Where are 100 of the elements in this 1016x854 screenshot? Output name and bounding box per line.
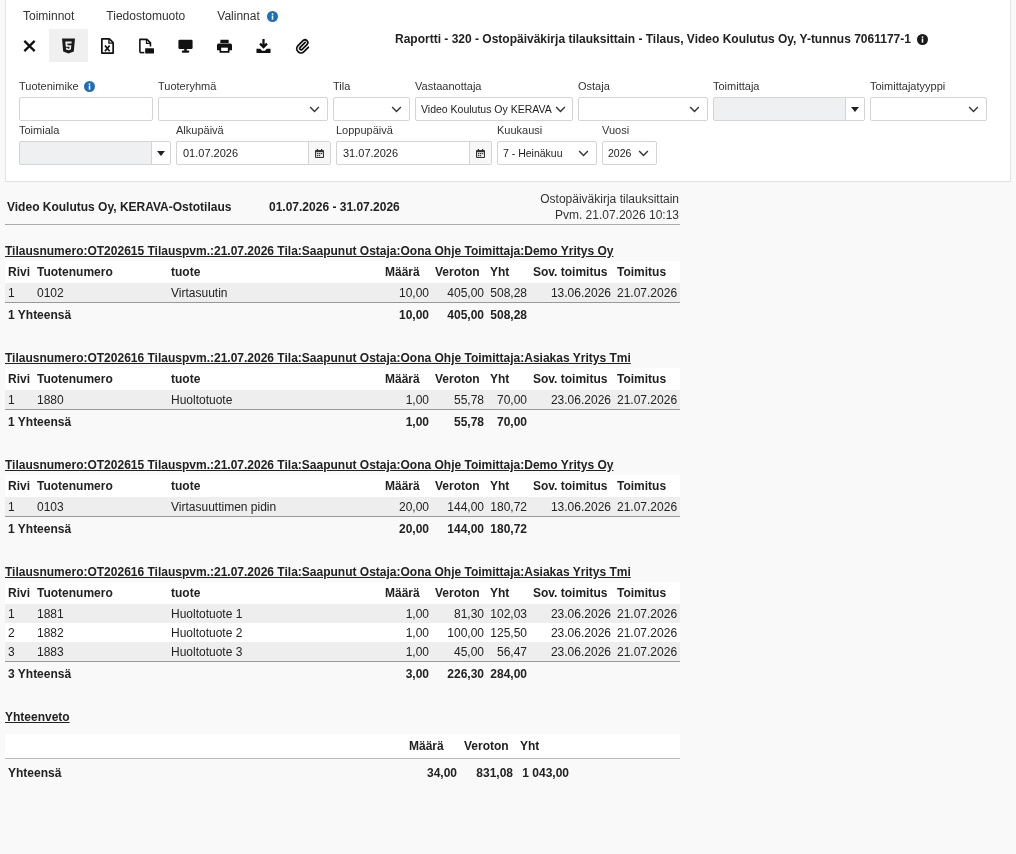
total-value: 405,00 xyxy=(446,308,485,322)
total-value: 70,00 xyxy=(495,415,528,429)
table-cell-text: 1,00 xyxy=(404,392,430,407)
select-field[interactable]: 7 - Heinäkuu xyxy=(497,141,597,165)
menu-item[interactable]: Toiminnot xyxy=(23,9,75,23)
column-header: Veroton xyxy=(434,265,481,279)
info-icon[interactable] xyxy=(916,33,928,45)
total-value: 3,00 xyxy=(404,667,430,681)
column-header: tuote xyxy=(170,265,202,279)
select-field[interactable] xyxy=(870,97,987,121)
column-header: tuote xyxy=(170,479,202,493)
column-header: Toimitus xyxy=(616,586,668,600)
field-label: Kuukausi xyxy=(497,124,543,136)
select-field[interactable] xyxy=(333,97,410,121)
table-cell-text: 23.06.2026 xyxy=(549,625,612,640)
column-header: Veroton xyxy=(434,479,481,493)
field-label: Toimittaja xyxy=(713,80,760,92)
select-field[interactable] xyxy=(578,97,708,121)
column-header: Veroton xyxy=(463,739,510,753)
field-label: Vastaanottaja xyxy=(415,80,482,92)
total-value: 1 043,00 xyxy=(521,766,570,780)
order-heading: Tilausnumero:OT202615 Tilauspvm.:21.07.2026 Tila:Saapunut Ostaja:Oona Ohje Toimittaja:Demo Yritys Oy xyxy=(5,244,614,258)
html5-icon xyxy=(61,37,76,54)
select-field[interactable]: 2026 xyxy=(602,141,657,165)
menu-item[interactable]: Tiedostomuoto xyxy=(106,9,186,23)
total-label: 3 Yhteensä xyxy=(7,667,73,681)
column-header: Yht xyxy=(489,586,511,600)
table-cell-text: 56,47 xyxy=(495,644,528,659)
report-name: Ostopäiväkirja tilauksittain xyxy=(540,191,679,207)
table-cell-text: Virtasuuttimen pidin xyxy=(170,499,278,514)
calendar-button[interactable] xyxy=(469,142,491,164)
document-icon xyxy=(139,37,154,54)
select-field[interactable] xyxy=(158,97,328,121)
field-label: Toimittajatyyppi xyxy=(870,80,946,92)
printer-icon xyxy=(217,37,232,54)
table-cell-text: 13.06.2026 xyxy=(549,499,612,514)
total-value: 284,00 xyxy=(489,667,528,681)
total-value: 10,00 xyxy=(397,308,430,322)
total-value: 831,08 xyxy=(475,766,514,780)
order-heading: Tilausnumero:OT202616 Tilauspvm.:21.07.2026 Tila:Saapunut Ostaja:Oona Ohje Toimittaja:Asiakas Yritys Tmi xyxy=(5,351,631,365)
column-header: Yht xyxy=(519,739,541,753)
table-cell-text: 81,30 xyxy=(452,606,485,621)
field-label: Tila xyxy=(333,80,351,92)
table-cell-text: 144,00 xyxy=(446,499,485,514)
field-label: Tuoteryhmä xyxy=(158,80,217,92)
table-cell-text: 1 xyxy=(7,392,16,407)
report-title: Raportti - 320 - Ostopäiväkirja tilauksittain - Tilaus, Video Koulutus Oy, Y-tunnus 7061177-1 xyxy=(395,32,911,46)
html-export-button[interactable] xyxy=(49,29,88,62)
table-cell-text: 1882 xyxy=(36,625,65,640)
table-cell-text: 102,03 xyxy=(489,606,528,621)
table-cell-text: 180,72 xyxy=(489,499,528,514)
total-value: 55,78 xyxy=(452,415,485,429)
text-field[interactable] xyxy=(19,97,153,121)
report-company: Video Koulutus Oy, KERAVA-Ostotilaus xyxy=(6,200,233,214)
table-cell-text: 21.07.2026 xyxy=(616,392,679,407)
table-cell-text: 23.06.2026 xyxy=(549,606,612,621)
column-header: Yht xyxy=(489,265,511,279)
field-label: Loppupäivä xyxy=(336,124,393,136)
column-header: Tuotenumero xyxy=(36,586,114,600)
chevron-down-icon xyxy=(309,105,320,113)
column-header: Yht xyxy=(489,479,511,493)
table-cell-text: 55,78 xyxy=(452,392,485,407)
table-cell-text: 21.07.2026 xyxy=(616,606,679,621)
table-cell-text: 70,00 xyxy=(495,392,528,407)
table-cell-text: Huoltotuote 1 xyxy=(170,606,244,621)
menu-item[interactable]: Valinnat xyxy=(217,9,260,23)
caret-down-icon xyxy=(157,150,165,156)
table-cell-text: 20,00 xyxy=(397,499,430,514)
spreadsheet-file-icon xyxy=(100,37,115,54)
table-cell-text: 23.06.2026 xyxy=(549,392,612,407)
column-header: Sov. toimitus xyxy=(532,372,609,386)
chevron-down-icon xyxy=(689,105,700,113)
field-label: Vuosi xyxy=(602,124,630,136)
table-cell-text: 2 xyxy=(7,625,16,640)
column-header: Rivi xyxy=(7,586,31,600)
select-field[interactable]: Video Koulutus Oy KERAVA xyxy=(415,97,573,121)
print-date: Pvm. 21.07.2026 10:13 xyxy=(554,207,679,223)
column-header: tuote xyxy=(170,586,202,600)
close-icon xyxy=(22,37,37,54)
table-cell-text: 0102 xyxy=(36,285,65,300)
calendar-icon xyxy=(476,148,485,158)
table-cell-text: 23.06.2026 xyxy=(549,644,612,659)
total-value: 508,28 xyxy=(489,308,528,322)
column-header: Tuotenumero xyxy=(36,479,114,493)
column-header: Toimitus xyxy=(616,372,668,386)
report-period: 01.07.2026 - 31.07.2026 xyxy=(269,200,401,214)
chevron-down-icon xyxy=(638,149,649,157)
total-label: 1 Yhteensä xyxy=(7,522,73,536)
table-cell-text: 3 xyxy=(7,644,16,659)
table-cell-text: Virtasuutin xyxy=(170,285,229,300)
total-label: 1 Yhteensä xyxy=(7,415,73,429)
column-header: Rivi xyxy=(7,265,31,279)
column-header: Veroton xyxy=(434,372,481,386)
calendar-button[interactable] xyxy=(308,142,330,164)
date-field[interactable]: 31.07.2026 xyxy=(336,141,492,165)
paperclip-icon xyxy=(295,37,310,54)
table-cell-text: 1 xyxy=(7,499,16,514)
table-cell-text: 405,00 xyxy=(446,285,485,300)
date-field[interactable]: 01.07.2026 xyxy=(176,141,331,165)
order-heading: Tilausnumero:OT202615 Tilauspvm.:21.07.2026 Tila:Saapunut Ostaja:Oona Ohje Toimittaja:Demo Yritys Oy xyxy=(5,458,614,472)
